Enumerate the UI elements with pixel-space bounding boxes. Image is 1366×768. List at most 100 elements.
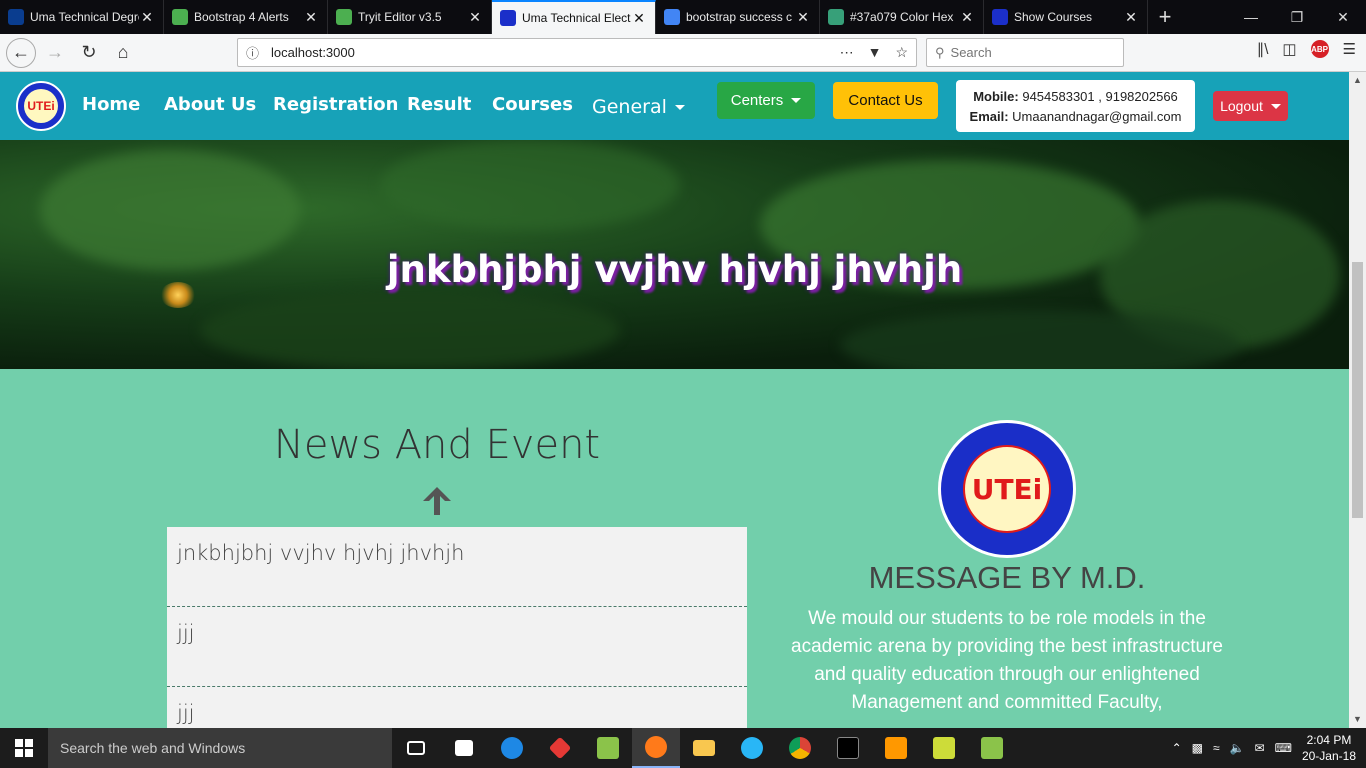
firefox-icon[interactable] [632,728,680,768]
windows-start-icon[interactable] [0,728,48,768]
notification-icon[interactable]: ✉ [1255,741,1265,755]
email-value: Umaanandnagar@gmail.com [1012,109,1182,124]
sidebar-icon[interactable]: ◫ [1282,40,1296,58]
chevron-down-icon [1270,103,1281,109]
page-scrollbar[interactable]: ▲ ▼ [1349,72,1366,728]
chrome-icon[interactable] [776,728,824,768]
reload-icon[interactable]: ↻ [74,38,104,68]
tab-close-icon[interactable]: ✕ [795,9,811,26]
menu-icon[interactable]: ☰ [1343,40,1356,58]
restore-icon[interactable]: ❐ [1274,0,1320,34]
tab-close-icon[interactable]: ✕ [139,9,155,26]
tab-title: Bootstrap 4 Alerts [194,10,289,24]
arrow-up-icon[interactable] [420,484,454,518]
news-item[interactable]: jjj [167,607,747,687]
nav-registration[interactable]: Registration [273,94,398,115]
browser-toolbar: ← → ↻ ⌂ ⓘ localhost:3000 ⋯ ▼ ☆ ⚲ ∥\ ◫ AB… [0,34,1366,72]
chevron-down-icon [791,98,802,103]
news-item[interactable]: jjj [167,687,747,728]
home-icon[interactable]: ⌂ [108,38,138,68]
tab-favicon-icon [500,10,516,26]
git-icon[interactable] [536,728,584,768]
toolbar-right: ∥\ ◫ ABP ☰ [1257,40,1356,58]
forward-icon[interactable]: → [40,38,70,68]
clock-time: 2:04 PM [1306,733,1352,747]
md-logo: UTEi [938,420,1076,558]
notepad-plus-icon[interactable] [968,728,1016,768]
tab-close-icon[interactable]: ✕ [631,10,647,27]
scroll-thumb[interactable] [1352,262,1363,518]
store-icon[interactable] [440,728,488,768]
pocket-icon[interactable]: ▼ [868,44,882,61]
library-icon[interactable]: ∥\ [1257,40,1269,58]
tab-favicon-icon [336,9,352,25]
logo-text: UTEi [24,89,58,123]
site-navbar: UTEi Home About Us Registration Result C… [0,72,1349,140]
volume-icon[interactable]: 🔈 [1230,741,1245,755]
app-icon[interactable] [728,728,776,768]
browser-tab[interactable]: #37a079 Color Hex ✕ [820,0,984,34]
notes-icon[interactable] [920,728,968,768]
tab-close-icon[interactable]: ✕ [467,9,483,26]
chevron-up-icon[interactable]: ⌃ [1172,741,1182,755]
search-icon: ⚲ [935,44,945,60]
news-heading: News And Event [273,422,601,468]
tab-list: Uma Technical Degree C✕Bootstrap 4 Alert… [0,0,1148,34]
tab-title: Uma Technical Elect [522,11,631,25]
scroll-down-icon[interactable]: ▼ [1349,711,1366,728]
minimize-icon[interactable]: — [1228,0,1274,34]
email-label: Email: [969,109,1009,124]
nav-result[interactable]: Result [407,94,471,115]
centers-button[interactable]: Centers [717,82,815,119]
adblock-icon[interactable]: ABP [1310,40,1329,58]
tab-close-icon[interactable]: ✕ [303,9,319,26]
notepad-icon[interactable] [584,728,632,768]
scroll-up-icon[interactable]: ▲ [1349,72,1366,89]
clock-date: 20-Jan-18 [1301,749,1356,763]
url-bar[interactable]: ⓘ localhost:3000 ⋯ ▼ ☆ [237,38,917,67]
logout-button[interactable]: Logout [1213,91,1288,121]
browser-tab[interactable]: Bootstrap 4 Alerts ✕ [164,0,328,34]
browser-tab[interactable]: Uma Technical Elect ✕ [492,0,656,34]
tab-close-icon[interactable]: ✕ [959,9,975,26]
browser-tab[interactable]: bootstrap success c ✕ [656,0,820,34]
task-view-icon[interactable] [392,728,440,768]
nav-general-dropdown[interactable]: General [592,96,685,118]
wifi-icon[interactable]: ≈ [1213,741,1220,755]
search-bar[interactable]: ⚲ [926,38,1124,67]
nav-home[interactable]: Home [82,94,140,115]
file-explorer-icon[interactable] [680,728,728,768]
tab-close-icon[interactable]: ✕ [1123,9,1139,26]
md-title: MESSAGE BY M.D. [868,560,1146,595]
page-actions-icon[interactable]: ⋯ [840,44,854,61]
mobile-label: Mobile: [973,89,1019,104]
carousel-caption: jnkbhjbhj vvjhv hjvhj jhvhjh [386,248,963,291]
keyboard-icon[interactable]: ⌨ [1275,741,1292,755]
tab-favicon-icon [828,9,844,25]
tab-favicon-icon [8,9,24,25]
bookmark-star-icon[interactable]: ☆ [895,44,908,61]
search-input[interactable] [950,45,1101,60]
new-tab-button[interactable]: + [1148,0,1182,34]
nav-about[interactable]: About Us [164,94,256,115]
edge-icon[interactable] [488,728,536,768]
news-item[interactable]: jnkbhjbhj vvjhv hjvhj jhvhjh [167,527,747,607]
browser-tab[interactable]: Uma Technical Degree C✕ [0,0,164,34]
logout-label: Logout [1220,98,1263,114]
back-icon[interactable]: ← [6,37,36,68]
site-logo[interactable]: UTEi [16,81,66,131]
sublime-icon[interactable] [872,728,920,768]
nav-courses[interactable]: Courses [492,94,573,115]
contact-us-button[interactable]: Contact Us [833,82,938,119]
news-list: jnkbhjbhj vvjhv hjvhj jhvhjh jjj jjj [167,527,747,728]
browser-tab[interactable]: Tryit Editor v3.5 ✕ [328,0,492,34]
tab-favicon-icon [172,9,188,25]
browser-tab[interactable]: Show Courses ✕ [984,0,1148,34]
battery-icon[interactable]: ▩ [1192,741,1203,755]
taskbar-search[interactable]: Search the web and Windows [48,728,392,768]
terminal-icon[interactable] [824,728,872,768]
info-icon[interactable]: ⓘ [246,43,259,62]
window-controls: — ❐ ✕ [1228,0,1366,34]
clock[interactable]: 2:04 PM 20-Jan-18 [1302,732,1356,764]
close-window-icon[interactable]: ✕ [1320,0,1366,34]
